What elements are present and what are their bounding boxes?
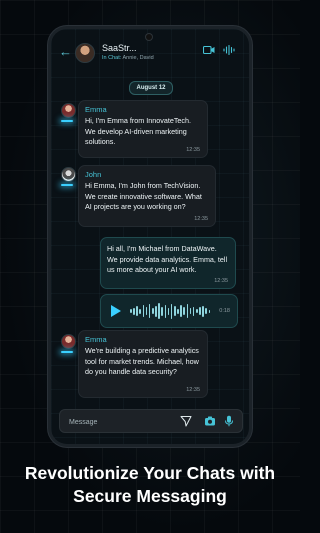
voice-waveform[interactable] (130, 302, 211, 320)
outgoing-message-bubble[interactable]: Hi all, I'm Michael from DataWave. We pr… (100, 237, 236, 289)
phone-frame: ← SaaStr... In Chat: Annie, David August… (51, 29, 249, 444)
sender-name: Emma (85, 335, 107, 344)
chat-title[interactable]: SaaStr... (102, 43, 182, 53)
voice-message[interactable]: 0:18 (100, 294, 238, 328)
camera-icon[interactable] (204, 415, 216, 427)
presence-glow (61, 184, 73, 186)
sender-name: Emma (85, 105, 107, 114)
headline-line-2: Secure Messaging (73, 486, 227, 506)
date-separator: August 12 (129, 81, 173, 95)
subtitle-label: In Chat: (102, 55, 122, 61)
message-text: Hi Emma, I'm John from TechVision. We cr… (85, 181, 202, 211)
message-bubble[interactable]: Emma We're building a predictive analyti… (78, 330, 208, 398)
message-bubble[interactable]: Emma Hi, I'm Emma from InnovateTech. We … (78, 100, 208, 158)
group-avatar[interactable] (75, 43, 95, 63)
chat-header: ← SaaStr... In Chat: Annie, David (51, 37, 249, 71)
send-icon[interactable] (180, 415, 192, 427)
sender-name: John (85, 170, 102, 179)
message-time: 12:35 (194, 216, 208, 222)
message-text: Hi all, I'm Michael from DataWave. We pr… (107, 244, 228, 274)
microphone-icon[interactable] (223, 415, 235, 427)
voice-wave-icon[interactable] (223, 45, 235, 55)
message-composer (59, 409, 243, 433)
avatar-emma[interactable] (61, 334, 76, 349)
subtitle-members: Annie, David (122, 55, 154, 61)
back-arrow-icon[interactable]: ← (59, 45, 72, 59)
message-text: We're building a predictive analytics to… (85, 346, 199, 376)
headline-line-1: Revolutionize Your Chats with (24, 463, 276, 483)
voice-duration: 0:18 (219, 308, 230, 314)
message-input[interactable] (67, 414, 171, 430)
message-bubble[interactable]: John Hi Emma, I'm John from TechVision. … (78, 165, 216, 227)
avatar-emma[interactable] (61, 103, 76, 118)
message-text: Hi, I'm Emma from InnovateTech. We devel… (85, 116, 192, 146)
promo-headline: Revolutionize Your Chats with Secure Mes… (0, 462, 300, 508)
play-icon[interactable] (111, 305, 121, 317)
presence-glow (61, 120, 73, 122)
message-time: 12:35 (186, 147, 200, 153)
message-time: 12:35 (186, 387, 200, 393)
avatar-john[interactable] (61, 167, 76, 182)
chat-subtitle: In Chat: Annie, David (102, 55, 154, 61)
presence-glow (61, 351, 73, 353)
message-time: 12:35 (214, 278, 228, 284)
video-call-icon[interactable] (203, 45, 215, 55)
